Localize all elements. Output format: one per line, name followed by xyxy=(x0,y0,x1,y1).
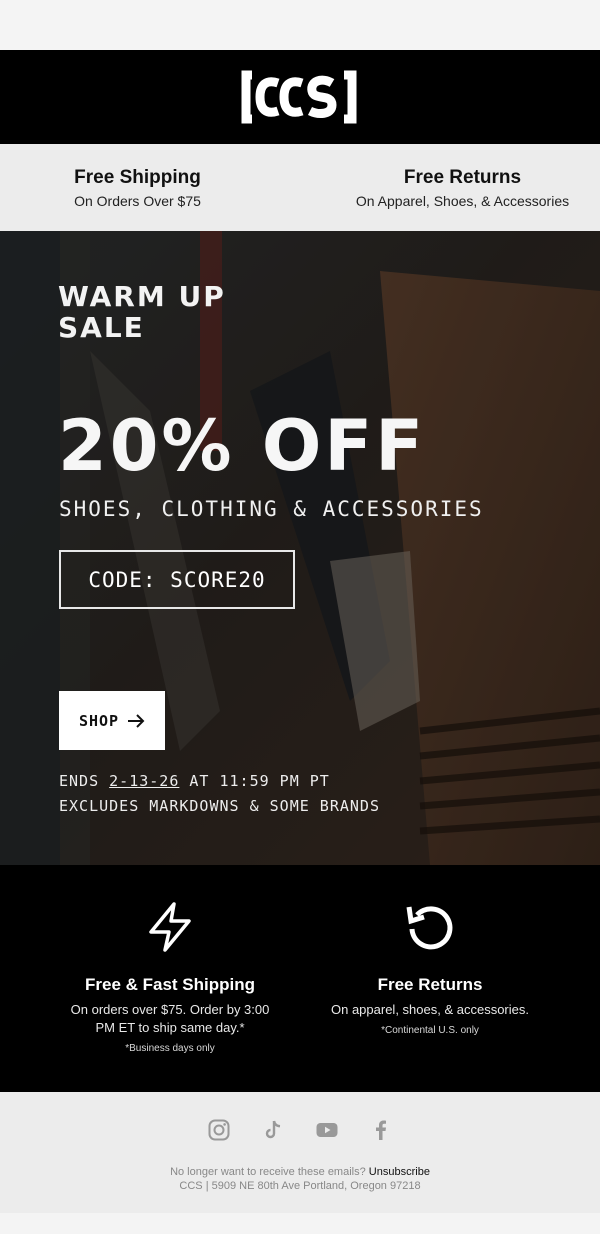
benefit-title: Free Shipping xyxy=(74,166,201,188)
top-spacer xyxy=(0,0,600,50)
benefits-bar: Free Shipping On Orders Over $75 Free Re… xyxy=(0,144,600,231)
ccs-logo[interactable] xyxy=(240,67,360,127)
unsubscribe-prompt: No longer want to receive these emails? xyxy=(170,1166,366,1178)
free-returns-benefit: Free Returns On Apparel, Shoes, & Access… xyxy=(315,144,600,231)
tiktok-icon[interactable] xyxy=(261,1118,285,1142)
discount-text: 20% OFF xyxy=(58,405,427,487)
perk-title: Free Returns xyxy=(377,975,483,994)
benefit-title: Free Returns xyxy=(403,166,522,188)
unsubscribe-link[interactable]: Unsubscribe xyxy=(369,1166,430,1178)
ends-prefix: ENDS xyxy=(59,772,100,790)
perk-description: On orders over $75. Order by 3:00 PM ET … xyxy=(70,1002,270,1035)
shop-button-label: SHOP xyxy=(78,711,120,730)
perk-description: On apparel, shoes, & accessories. xyxy=(331,1002,529,1017)
benefit-subtitle: On Apparel, Shoes, & Accessories xyxy=(355,192,570,209)
instagram-icon[interactable] xyxy=(207,1118,231,1142)
promo-code: CODE: SCORE20 xyxy=(88,567,266,592)
unsubscribe-line: No longer want to receive these emails? … xyxy=(170,1166,430,1178)
ends-time: AT 11:59 PM PT xyxy=(189,772,330,790)
benefit-subtitle: On Orders Over $75 xyxy=(74,192,201,209)
arrow-right-icon xyxy=(128,713,145,728)
email-footer: No longer want to receive these emails? … xyxy=(0,1092,600,1213)
perk-note: *Business days only xyxy=(125,1043,215,1054)
youtube-icon[interactable] xyxy=(315,1118,339,1142)
perk-returns: Free Returns On apparel, shoes, & access… xyxy=(300,901,600,1092)
sale-end-text: ENDS 2-13-26 AT 11:59 PM PT xyxy=(59,772,330,790)
headline-line: WARM UP xyxy=(58,280,226,313)
logo-bar xyxy=(0,50,600,144)
perk-shipping: Free & Fast Shipping On orders over $75.… xyxy=(0,901,300,1092)
return-arrow-icon xyxy=(406,906,453,950)
hero-content: WARM UP SALE 20% OFF SHOES, CLOTHING & A… xyxy=(0,231,600,865)
perks-section: Free & Fast Shipping On orders over $75.… xyxy=(0,865,600,1092)
perk-title: Free & Fast Shipping xyxy=(84,975,256,994)
social-links xyxy=(207,1118,393,1142)
shop-button[interactable]: SHOP xyxy=(59,691,165,750)
headline-line: SALE xyxy=(58,311,145,344)
promo-code-box: CODE: SCORE20 xyxy=(59,550,295,609)
lightning-icon xyxy=(149,902,191,952)
perk-note: *Continental U.S. only xyxy=(381,1025,479,1036)
hero-banner[interactable]: WARM UP SALE 20% OFF SHOES, CLOTHING & A… xyxy=(0,231,600,865)
exclusions-text: EXCLUDES MARKDOWNS & SOME BRANDS xyxy=(59,797,380,815)
ends-date: 2-13-26 xyxy=(109,772,180,790)
facebook-icon[interactable] xyxy=(369,1118,393,1142)
free-shipping-benefit: Free Shipping On Orders Over $75 xyxy=(0,144,315,231)
sale-headline: WARM UP SALE xyxy=(58,281,226,343)
company-address: CCS | 5909 NE 80th Ave Portland, Oregon … xyxy=(179,1180,421,1192)
sale-categories: SHOES, CLOTHING & ACCESSORIES xyxy=(59,497,484,521)
